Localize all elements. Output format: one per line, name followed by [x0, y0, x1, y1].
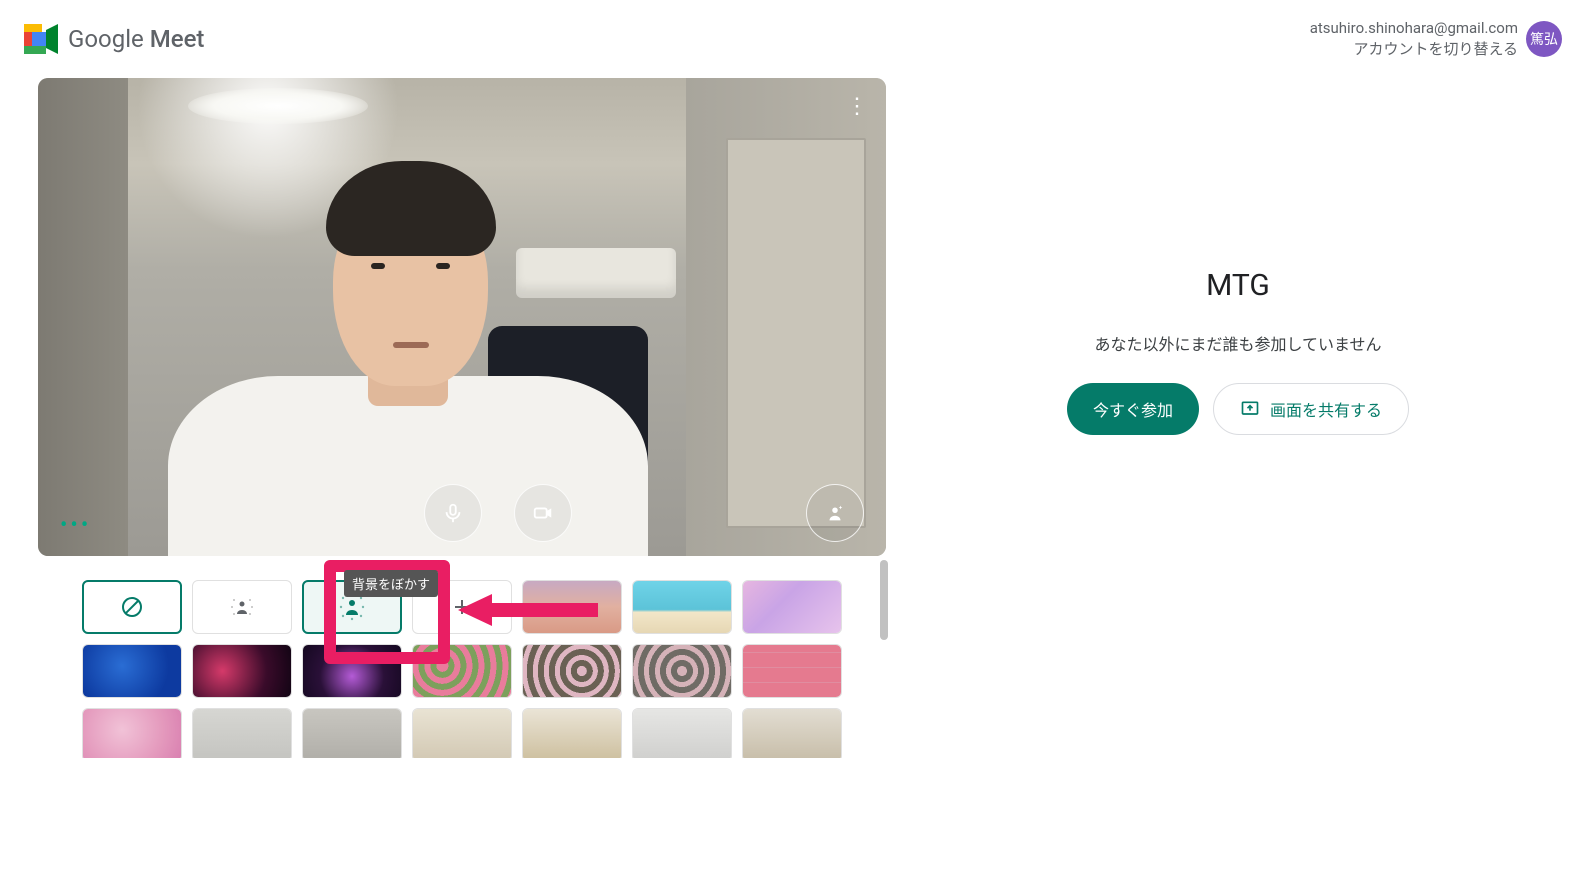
avatar[interactable]: 篤弘 — [1526, 21, 1562, 57]
sparkle-person-icon — [824, 502, 846, 524]
meet-logo-icon — [24, 24, 60, 54]
bg-scrollbar-thumb[interactable] — [880, 560, 888, 640]
camera-icon — [532, 502, 554, 524]
no-background-icon — [120, 595, 144, 619]
join-now-button[interactable]: 今すぐ参加 — [1067, 383, 1199, 435]
blur-light-icon — [229, 594, 255, 620]
self-video-preview: ⋮ ••• — [38, 78, 886, 556]
present-label: 画面を共有する — [1270, 397, 1382, 421]
mic-icon — [442, 502, 464, 524]
bg-scrollbar-track — [880, 560, 888, 758]
bg-option-office1[interactable] — [192, 708, 292, 758]
account-email: atsuhiro.shinohara@gmail.com — [1310, 18, 1518, 39]
bg-option-clouds-pink[interactable] — [742, 580, 842, 634]
bg-option-nebula[interactable] — [192, 644, 292, 698]
bg-option-flowers2[interactable] — [522, 644, 622, 698]
bg-option-ocean[interactable] — [82, 644, 182, 698]
toggle-camera-button[interactable] — [514, 484, 572, 542]
bg-option-flowers1[interactable] — [412, 644, 512, 698]
present-screen-button[interactable]: 画面を共有する — [1213, 383, 1409, 435]
bg-option-room4[interactable] — [742, 708, 842, 758]
bg-option-room1[interactable] — [412, 708, 512, 758]
header: Google Meet atsuhiro.shinohara@gmail.com… — [0, 0, 1586, 78]
tooltip-blur-background: 背景をぼかす — [344, 570, 438, 597]
bg-option-office2[interactable] — [302, 708, 402, 758]
bg-option-room2[interactable] — [522, 708, 622, 758]
bg-option-room3[interactable] — [632, 708, 732, 758]
plus-icon — [452, 597, 472, 617]
brand: Google Meet — [24, 24, 204, 54]
brand-name: Google Meet — [68, 25, 204, 53]
bg-option-sunset[interactable] — [522, 580, 622, 634]
audio-level-indicator-icon: ••• — [60, 513, 91, 538]
present-icon — [1240, 399, 1260, 419]
meeting-title: MTG — [1206, 268, 1270, 303]
switch-account-link[interactable]: アカウントを切り替える — [1353, 40, 1518, 58]
bg-option-fireworks[interactable] — [302, 644, 402, 698]
account-block: atsuhiro.shinohara@gmail.com アカウントを切り替える… — [1310, 18, 1562, 60]
meeting-status: あなた以外にまだ誰も参加していません — [1094, 331, 1381, 355]
video-preview-container: ⋮ ••• — [38, 78, 888, 758]
meeting-info-panel: MTG あなた以外にまだ誰も参加していません 今すぐ参加 画面を共有する — [928, 78, 1548, 758]
visual-effects-button[interactable] — [806, 484, 864, 542]
bg-option-beach[interactable] — [632, 580, 732, 634]
bg-option-sakura[interactable] — [82, 708, 182, 758]
more-options-icon[interactable]: ⋮ — [846, 94, 868, 119]
toggle-mic-button[interactable] — [424, 484, 482, 542]
background-panel: 背景をぼかす — [38, 560, 888, 758]
bg-option-flowers3[interactable] — [632, 644, 732, 698]
bg-option-pattern-pink[interactable] — [742, 644, 842, 698]
bg-option-blur-light[interactable] — [192, 580, 292, 634]
bg-option-none[interactable] — [82, 580, 182, 634]
